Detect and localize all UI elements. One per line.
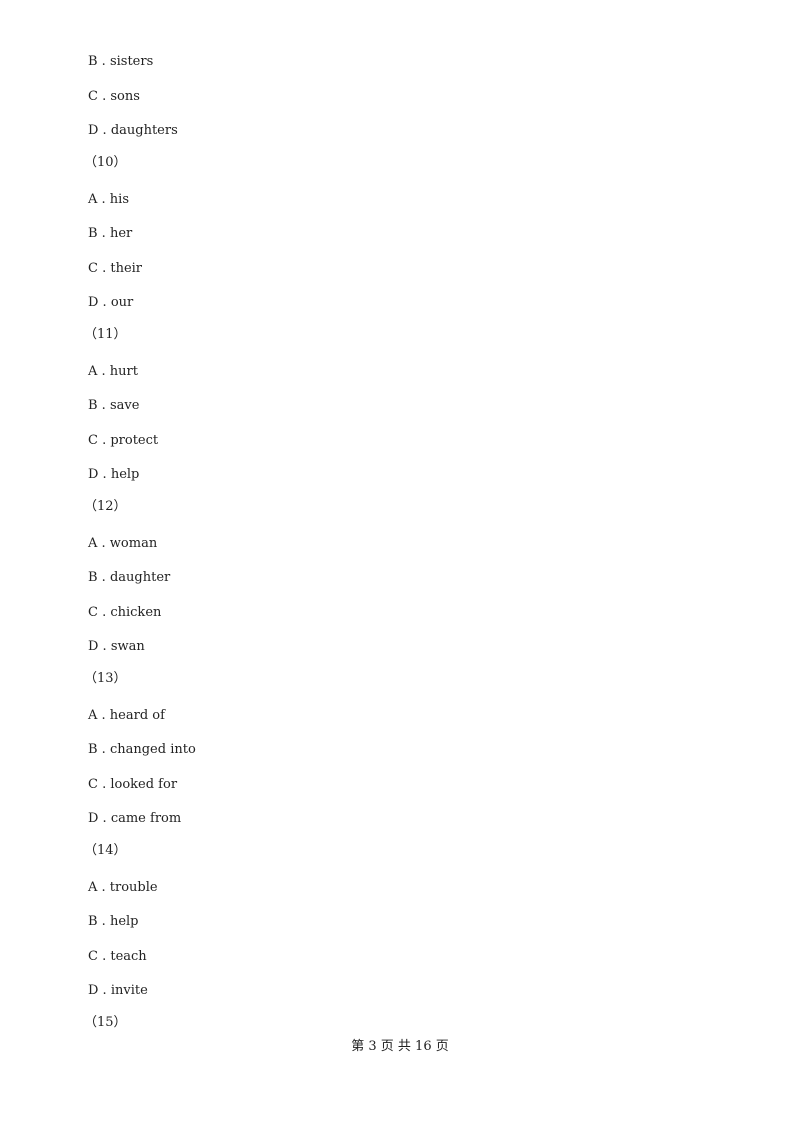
- answer-option: C . sons: [88, 89, 140, 104]
- answer-option: D . came from: [88, 811, 182, 826]
- answer-option: D . swan: [88, 639, 145, 654]
- answer-option: D . our: [88, 295, 134, 310]
- question-number: （12）: [84, 499, 127, 514]
- page-footer: 第 3 页 共 16 页: [351, 1039, 449, 1054]
- answer-option: D . help: [88, 467, 140, 482]
- answer-option: B . save: [88, 398, 140, 413]
- question-number: （14）: [84, 843, 127, 858]
- answer-option: B . help: [88, 914, 139, 929]
- answer-option: C . looked for: [88, 777, 178, 792]
- answer-option: D . daughters: [88, 123, 178, 138]
- answer-option: A . woman: [88, 536, 158, 551]
- answer-option: B . sisters: [88, 54, 154, 69]
- answer-option: A . trouble: [88, 880, 158, 895]
- question-number: （10）: [84, 155, 127, 170]
- question-number: （15）: [84, 1015, 127, 1030]
- question-number: （11）: [84, 327, 127, 342]
- question-number: （13）: [84, 671, 127, 686]
- answer-option: B . her: [88, 226, 133, 241]
- answer-option: C . teach: [88, 949, 147, 964]
- answer-option: B . daughter: [88, 570, 171, 585]
- answer-option: C . chicken: [88, 605, 162, 620]
- answer-option: A . heard of: [88, 708, 165, 723]
- answer-option: C . protect: [88, 433, 159, 448]
- answer-option: D . invite: [88, 983, 148, 998]
- answer-option: A . hurt: [88, 364, 138, 379]
- answer-option: B . changed into: [88, 742, 196, 757]
- answer-option: C . their: [88, 261, 143, 276]
- answer-option: A . his: [88, 192, 129, 207]
